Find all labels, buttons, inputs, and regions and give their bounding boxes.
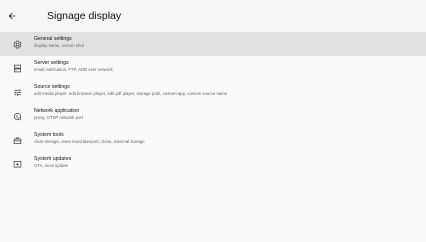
settings-item-subtitle: edit media player, edit browser player, … <box>34 91 228 96</box>
settings-item-text: System tools clear storage, reset import… <box>34 132 420 145</box>
toolbox-icon <box>12 135 22 145</box>
top-app-bar: Signage display <box>0 0 426 32</box>
gear-icon <box>12 39 22 49</box>
settings-item-text: Source settings edit media player, edit … <box>34 84 420 97</box>
settings-item-subtitle: proxy, OTSP network port <box>34 115 84 120</box>
settings-item-label: General settings <box>34 36 72 42</box>
settings-item-label: Source settings <box>34 84 70 90</box>
back-button[interactable] <box>3 7 21 25</box>
settings-item-server[interactable]: Server settings email notification, FTP,… <box>0 56 426 80</box>
settings-item-label: System tools <box>34 132 64 138</box>
arrow-back-icon <box>8 12 16 20</box>
settings-screen: Signage display General settings display… <box>0 0 426 242</box>
settings-item-subtitle: clear storage, reset import&export, clon… <box>34 139 145 144</box>
sliders-icon <box>12 87 22 97</box>
settings-item-label: Server settings <box>34 60 69 66</box>
settings-item-system-tools[interactable]: System tools clear storage, reset import… <box>0 128 426 152</box>
settings-item-general[interactable]: General settings display name, screen sh… <box>0 32 426 56</box>
settings-item-subtitle: email notification, FTP, ADB over networ… <box>34 67 113 72</box>
settings-item-network[interactable]: Network application proxy, OTSP network … <box>0 104 426 128</box>
settings-item-label: System updates <box>34 156 72 162</box>
settings-item-text: System updates OTA, local update <box>34 156 420 169</box>
settings-item-label: Network application <box>34 108 80 114</box>
settings-item-subtitle: OTA, local update <box>34 163 69 168</box>
network-icon <box>12 111 22 121</box>
system-update-icon <box>12 159 22 169</box>
settings-item-text: General settings display name, screen sh… <box>34 36 420 49</box>
settings-item-text: Server settings email notification, FTP,… <box>34 60 420 73</box>
server-icon <box>12 63 22 73</box>
settings-item-subtitle: display name, screen shot <box>34 43 84 48</box>
settings-item-system-updates[interactable]: System updates OTA, local update <box>0 152 426 176</box>
settings-item-source[interactable]: Source settings edit media player, edit … <box>0 80 426 104</box>
settings-item-text: Network application proxy, OTSP network … <box>34 108 420 121</box>
page-title: Signage display <box>47 10 122 22</box>
